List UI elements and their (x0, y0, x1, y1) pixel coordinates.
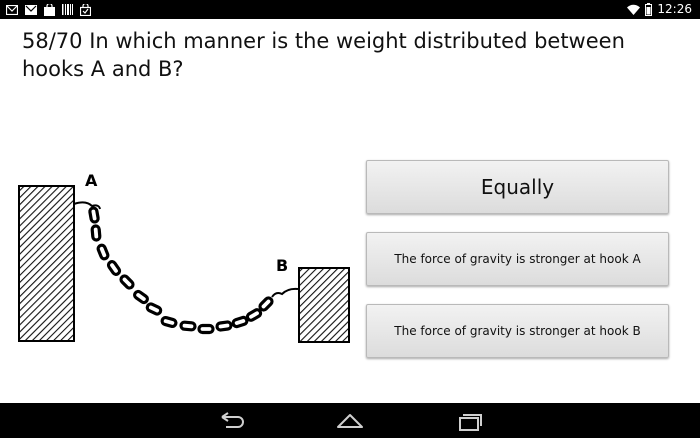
notification-icons (6, 3, 91, 16)
hook-a-label: A (85, 171, 98, 190)
home-button[interactable] (330, 409, 370, 433)
answer-button-hook-a[interactable]: The force of gravity is stronger at hook… (366, 232, 669, 286)
question-text: 58/70 In which manner is the weight dist… (22, 29, 625, 81)
recent-apps-icon (459, 414, 482, 431)
chain-link (106, 260, 122, 276)
email-icon (25, 4, 37, 15)
answer-list: Equally The force of gravity is stronger… (366, 160, 669, 376)
chain-link (145, 302, 163, 316)
left-wall (18, 185, 75, 342)
chain-link (197, 323, 215, 335)
chain-link (258, 296, 274, 312)
home-icon (337, 414, 363, 428)
chain-link (88, 206, 100, 224)
shopping-bag-icon (80, 3, 91, 16)
back-icon (221, 412, 244, 428)
mail-icon (6, 4, 18, 15)
system-icons: 12:26 (627, 2, 692, 17)
chain-link (215, 320, 233, 332)
hook-b-label: B (276, 256, 288, 275)
answer-button-hook-b[interactable]: The force of gravity is stronger at hook… (366, 304, 669, 358)
clock-time: 12:26 (657, 2, 692, 16)
chain-link (160, 315, 178, 329)
answer-button-equally[interactable]: Equally (366, 160, 669, 214)
chain-link (96, 243, 110, 261)
battery-icon (645, 3, 653, 16)
chain-figure: A B (18, 171, 350, 343)
answer-label: The force of gravity is stronger at hook… (394, 252, 641, 266)
back-button[interactable] (212, 409, 252, 433)
bag-icon (44, 3, 55, 16)
answer-label: Equally (480, 175, 555, 199)
chain-link (133, 289, 149, 305)
chain-link (119, 274, 135, 290)
chain-link (179, 320, 197, 332)
recent-apps-button[interactable] (449, 409, 489, 433)
navigation-bar (0, 403, 700, 438)
hook-b (271, 287, 299, 298)
barcode-icon (62, 4, 73, 15)
chain-link (245, 308, 263, 322)
chain-link (90, 224, 102, 242)
right-wall (298, 267, 350, 343)
chain-link (231, 315, 249, 329)
answer-label: The force of gravity is stronger at hook… (394, 324, 641, 338)
status-bar: 12:26 (0, 0, 700, 19)
wifi-icon (627, 4, 641, 15)
chain (88, 206, 274, 335)
